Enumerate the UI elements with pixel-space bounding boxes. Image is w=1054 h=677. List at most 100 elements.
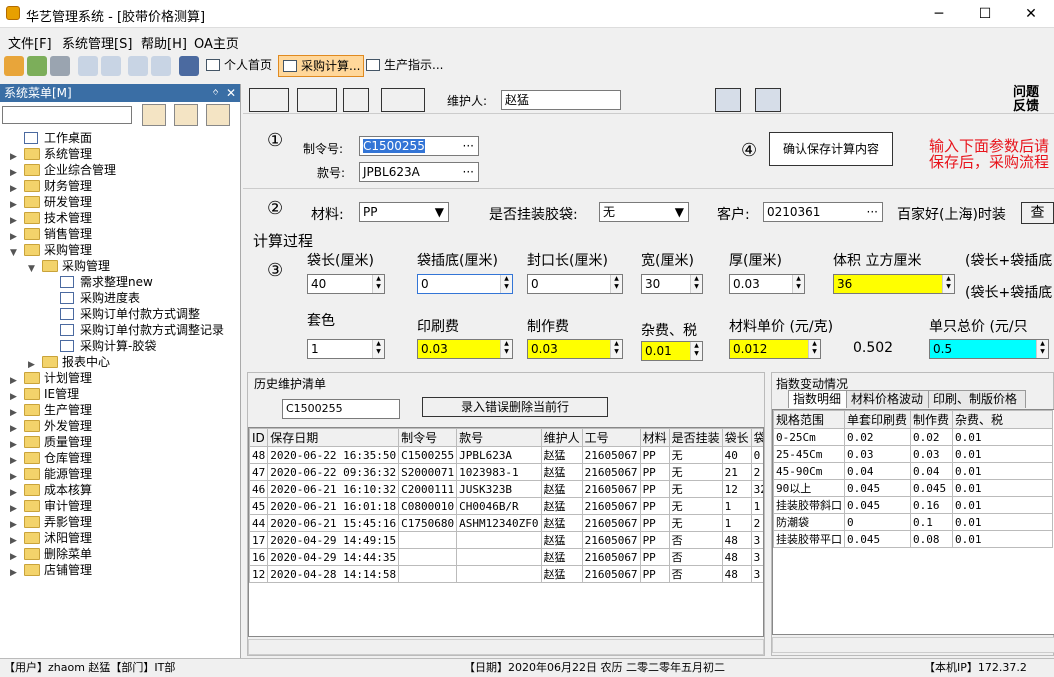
- expand-icon[interactable]: ▶: [10, 213, 17, 229]
- expand-icon[interactable]: ▶: [10, 389, 17, 405]
- column-header[interactable]: 制作费: [910, 410, 953, 429]
- spin-icon[interactable]: ▲ ▼: [808, 340, 820, 358]
- column-header[interactable]: 制令号: [398, 428, 458, 447]
- menu-help[interactable]: 帮助[H]: [141, 33, 187, 52]
- spin-icon[interactable]: ▲ ▼: [942, 275, 954, 293]
- table-row[interactable]: 45 2020-06-21 16:01:18 C0800010 CH0046B/R 赵猛…: [249, 497, 763, 515]
- column-header[interactable]: 袋插底: [750, 428, 763, 447]
- style-field[interactable]: JPBL623A ···: [359, 162, 479, 182]
- volume-field[interactable]: 36 ▲ ▼: [833, 274, 955, 294]
- total-price-field[interactable]: 0.5 ▲ ▼: [929, 339, 1049, 359]
- table-row[interactable]: 44 2020-06-21 15:45:16 C1750680 ASHM12340ZF…: [249, 514, 763, 532]
- book-icon[interactable]: [78, 56, 98, 76]
- edit-button[interactable]: [343, 88, 369, 112]
- bag-length-input[interactable]: 40 ▲ ▼: [307, 274, 385, 294]
- expand-icon[interactable]: ▶: [10, 485, 17, 501]
- expand-icon[interactable]: ▶: [10, 549, 17, 565]
- expand-icon[interactable]: ▶: [10, 517, 17, 533]
- spin-icon[interactable]: ▲ ▼: [690, 342, 702, 360]
- column-header[interactable]: ID: [249, 428, 269, 447]
- history-search-input[interactable]: C1500255: [282, 399, 400, 419]
- spin-icon[interactable]: ▲ ▼: [500, 275, 512, 293]
- index-tab[interactable]: 指数明细: [788, 390, 850, 408]
- column-header[interactable]: 规格范围: [773, 410, 845, 429]
- column-header[interactable]: 杂费、税: [952, 410, 1053, 429]
- order-field[interactable]: C1500255 ···: [359, 136, 479, 156]
- color-input[interactable]: 1 ▲ ▼: [307, 339, 385, 359]
- spin-icon[interactable]: ▲ ▼: [372, 275, 384, 293]
- column-header[interactable]: 款号: [456, 428, 542, 447]
- expand-icon[interactable]: ▶: [10, 437, 17, 453]
- exit-icon[interactable]: [715, 88, 741, 112]
- bag-bottom-input[interactable]: 0 ▲ ▼: [417, 274, 513, 294]
- spin-icon[interactable]: ▲ ▼: [690, 275, 702, 293]
- column-header[interactable]: 袋长: [721, 428, 752, 447]
- query-button[interactable]: 查: [1021, 202, 1054, 224]
- table-row[interactable]: 16 2020-04-29 14:44:35 赵猛 21605067 PP 否 48 3: [249, 548, 763, 566]
- expand-icon[interactable]: ▶: [10, 149, 17, 165]
- spin-icon[interactable]: ▲ ▼: [610, 275, 622, 293]
- table-row[interactable]: 防潮袋 0 0.1 0.01: [773, 513, 1053, 531]
- expand-icon[interactable]: ▶: [10, 501, 17, 517]
- help-icon[interactable]: [755, 88, 781, 112]
- more-icon[interactable]: ···: [867, 203, 878, 221]
- customer-field[interactable]: 0210361 ···: [763, 202, 883, 222]
- expand-icon[interactable]: ▶: [10, 181, 17, 197]
- maximize-button[interactable]: ☐: [962, 4, 1008, 24]
- make-fee-input[interactable]: 0.03 ▲ ▼: [527, 339, 623, 359]
- table-row[interactable]: 25-45Cm 0.03 0.03 0.01: [773, 445, 1053, 463]
- spin-icon[interactable]: ▲ ▼: [500, 340, 512, 358]
- table-row[interactable]: 45-90Cm 0.04 0.04 0.01: [773, 462, 1053, 480]
- confirm-save-button[interactable]: 确认保存计算内容: [769, 132, 893, 166]
- thickness-input[interactable]: 0.03 ▲ ▼: [729, 274, 805, 294]
- expand-icon[interactable]: ▶: [10, 165, 17, 181]
- horizontal-scrollbar[interactable]: [772, 637, 1054, 653]
- tab-home[interactable]: 个人首页: [202, 55, 275, 77]
- menu-oa[interactable]: OA主页: [194, 33, 239, 52]
- expand-icon[interactable]: ▶: [10, 405, 17, 421]
- spin-icon[interactable]: ▲ ▼: [1036, 340, 1048, 358]
- spin-icon[interactable]: ▲ ▼: [610, 340, 622, 358]
- tab-purchase-calc[interactable]: 采购计算...: [278, 55, 365, 77]
- menu-file[interactable]: 文件[F]: [8, 33, 52, 52]
- material-select[interactable]: PP ▼: [359, 202, 449, 222]
- minimize-button[interactable]: ─: [916, 4, 962, 24]
- close-panel-icon[interactable]: ✕: [226, 84, 236, 102]
- window-icon[interactable]: [101, 56, 121, 76]
- table-row[interactable]: 47 2020-06-22 09:36:32 S2000071 1023983-1 赵猛…: [249, 463, 763, 481]
- spin-icon[interactable]: ▲ ▼: [372, 340, 384, 358]
- refresh-icon[interactable]: [142, 104, 166, 126]
- exit-icon[interactable]: [179, 56, 199, 76]
- expand-icon[interactable]: ▶: [10, 565, 17, 581]
- column-header[interactable]: 是否挂装: [668, 428, 723, 447]
- expand-icon[interactable]: ▼: [28, 261, 35, 277]
- expand-icon[interactable]: ▶: [10, 469, 17, 485]
- expand-icon[interactable]: ▶: [28, 357, 35, 373]
- arrow-left-icon[interactable]: [206, 104, 230, 126]
- close-button[interactable]: ✕: [1008, 4, 1054, 24]
- maintainer-field[interactable]: 赵猛: [501, 90, 621, 110]
- table-row[interactable]: 12 2020-04-28 14:14:58 赵猛 21605067 PP 否 48 3: [249, 565, 763, 583]
- mail-icon[interactable]: [151, 56, 171, 76]
- pin-icon[interactable]: ᛜ: [212, 84, 219, 102]
- settings-icon[interactable]: [4, 56, 24, 76]
- menu-search-input[interactable]: [2, 106, 132, 124]
- expand-icon[interactable]: ▶: [10, 421, 17, 437]
- hang-select[interactable]: 无 ▼: [599, 202, 689, 222]
- preview-button[interactable]: [297, 88, 337, 112]
- column-header[interactable]: 保存日期: [267, 428, 400, 447]
- table-row[interactable]: 挂装胶带斜口 0.045 0.16 0.01: [773, 496, 1053, 514]
- delete-row-button[interactable]: 录入错误删除当前行: [422, 397, 608, 417]
- expand-icon[interactable]: ▶: [10, 453, 17, 469]
- print-fee-input[interactable]: 0.03 ▲ ▼: [417, 339, 513, 359]
- arrow-right-icon[interactable]: [174, 104, 198, 126]
- print-icon[interactable]: [50, 56, 70, 76]
- column-header[interactable]: 工号: [581, 428, 641, 447]
- index-tab[interactable]: 材料价格波动: [846, 390, 930, 408]
- print-button[interactable]: [249, 88, 289, 112]
- feedback-link[interactable]: 问题反馈: [1013, 86, 1043, 114]
- expand-icon[interactable]: ▼: [10, 245, 17, 261]
- expand-icon[interactable]: ▶: [10, 229, 17, 245]
- table-row[interactable]: 17 2020-04-29 14:49:15 赵猛 21605067 PP 否 48 3: [249, 531, 763, 549]
- table-row[interactable]: 46 2020-06-21 16:10:32 C2000111 JUSK323B 赵猛 2…: [249, 480, 763, 498]
